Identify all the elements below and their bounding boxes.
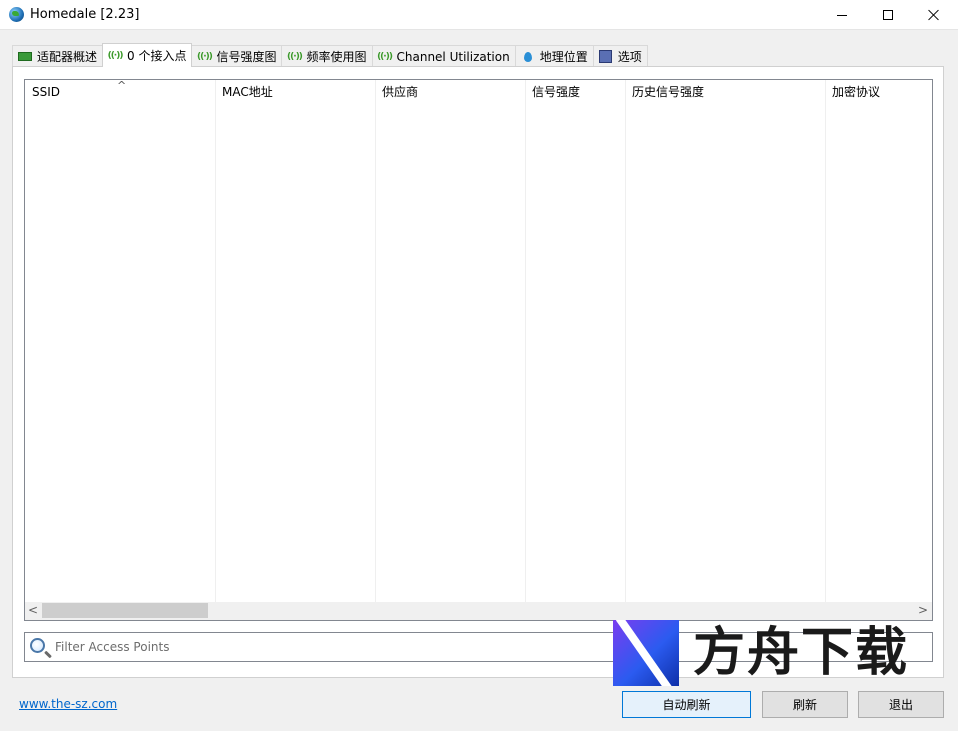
sort-ascending-icon: ^ (117, 79, 127, 92)
column-header-vendor[interactable]: 供应商 (375, 80, 525, 104)
scrollbar-thumb[interactable] (42, 603, 208, 618)
horizontal-scrollbar[interactable]: < > (25, 602, 932, 620)
column-header-signal-history[interactable]: 历史信号强度 (625, 80, 825, 104)
column-divider[interactable] (525, 80, 526, 602)
antenna-icon: ((·)) (197, 51, 213, 62)
antenna-icon: ((·)) (377, 51, 393, 62)
tab-frequency-usage-graph[interactable]: ((·)) 频率使用图 (281, 45, 373, 67)
minimize-button[interactable] (819, 0, 865, 30)
tab-strip: 适配器概述 ((·)) 0 个接入点 ((·)) 信号强度图 ((·)) 频率使… (12, 43, 648, 67)
watermark-text: 方舟下载 (693, 623, 910, 683)
minimize-icon (837, 14, 847, 16)
tab-label: 适配器概述 (37, 50, 98, 64)
column-header-signal-strength[interactable]: 信号强度 (525, 80, 625, 104)
window-title: Homedale [2.23] (30, 7, 140, 22)
tab-label: 频率使用图 (306, 50, 367, 64)
chevron-right-icon[interactable]: > (918, 603, 928, 617)
antenna-icon: ((·)) (287, 51, 303, 62)
exit-button[interactable]: 退出 (858, 691, 944, 718)
tab-location[interactable]: 地理位置 (514, 45, 594, 67)
chevron-left-icon[interactable]: < (28, 603, 38, 617)
close-icon (928, 9, 940, 21)
auto-refresh-button[interactable]: 自动刷新 (622, 691, 751, 718)
tab-label: 地理位置 (539, 50, 588, 64)
column-divider[interactable] (825, 80, 826, 602)
title-bar: Homedale [2.23] (0, 0, 958, 30)
maximize-button[interactable] (865, 0, 911, 30)
maximize-icon (883, 10, 893, 20)
column-divider[interactable] (625, 80, 626, 602)
antenna-icon: ((·)) (107, 50, 124, 61)
tab-signal-strength-graph[interactable]: ((·)) 信号强度图 (191, 45, 283, 67)
tab-channel-utilization[interactable]: ((·)) Channel Utilization (371, 45, 516, 67)
refresh-button[interactable]: 刷新 (762, 691, 848, 718)
watermark: 方舟下载 (613, 620, 913, 688)
tab-access-points[interactable]: ((·)) 0 个接入点 (102, 43, 193, 67)
column-divider[interactable] (215, 80, 216, 602)
options-icon (598, 50, 614, 64)
website-link[interactable]: www.the-sz.com (19, 697, 117, 711)
filter-access-points-input[interactable] (53, 636, 613, 658)
tab-label: Channel Utilization (396, 49, 510, 64)
close-button[interactable] (911, 0, 957, 30)
location-pin-icon (520, 50, 536, 64)
column-header-mac[interactable]: MAC地址 (215, 80, 375, 104)
access-point-list[interactable]: SSID ^ MAC地址 供应商 信号强度 历史信号强度 加密协议 < > (24, 79, 933, 621)
tab-label: 选项 (617, 50, 642, 64)
column-header-encryption[interactable]: 加密协议 (825, 80, 932, 104)
tab-panel: SSID ^ MAC地址 供应商 信号强度 历史信号强度 加密协议 < > (12, 66, 944, 678)
column-divider[interactable] (375, 80, 376, 602)
network-adapter-icon (17, 50, 33, 64)
watermark-logo-icon (613, 620, 679, 686)
tab-options[interactable]: 选项 (592, 45, 648, 67)
tab-label: 0 个接入点 (127, 49, 187, 63)
column-header-ssid[interactable]: SSID ^ (25, 80, 215, 104)
globe-icon (9, 7, 24, 22)
tab-label: 信号强度图 (216, 50, 277, 64)
search-icon (30, 638, 45, 653)
tab-adapter-overview[interactable]: 适配器概述 (12, 45, 104, 67)
